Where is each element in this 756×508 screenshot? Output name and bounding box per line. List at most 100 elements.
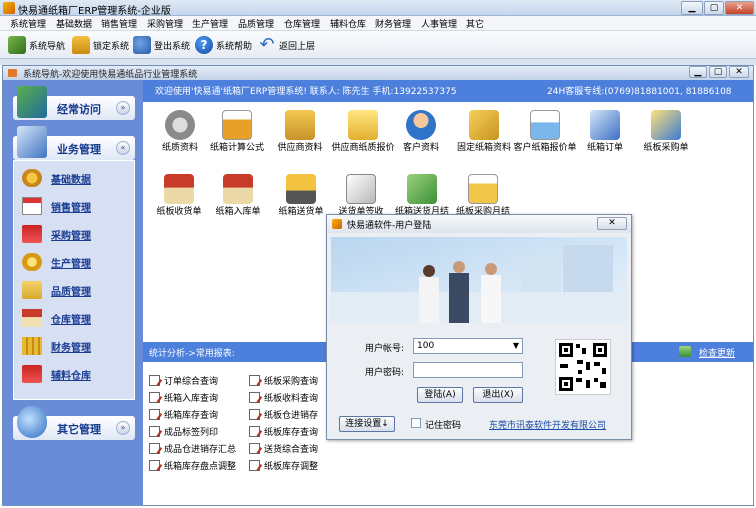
module-purchase-monthly[interactable]: 纸板采购月结	[447, 174, 519, 217]
username-value: 100	[417, 341, 435, 351]
close-button[interactable]: ✕	[725, 1, 754, 15]
edit-icon	[249, 392, 260, 403]
module-box-stock-in[interactable]: 纸箱入库单	[202, 174, 274, 217]
login-dialog: 快易通软件-用户登陆 ✕ 用户帐号: 100 ▼ 用户密码: 登陆(A) 退出(…	[326, 214, 632, 440]
module-customer-data[interactable]: 客户资料	[385, 110, 457, 153]
remember-password-checkbox[interactable]	[411, 418, 421, 428]
child-minimize-button[interactable]: ▁	[689, 66, 707, 78]
chevron-down-icon[interactable]: »	[116, 421, 130, 435]
book-icon	[8, 36, 26, 54]
report-link[interactable]: 纸板采购查询	[249, 374, 318, 387]
group-frequent[interactable]: 经常访问 »	[13, 86, 135, 120]
back-button[interactable]: ↶ 返回上层	[258, 33, 315, 57]
report-link[interactable]: 纸箱库存查询	[149, 408, 218, 421]
menu-base-data[interactable]: 基础数据	[56, 17, 92, 30]
report-link[interactable]: 成品仓进销存汇总	[149, 442, 236, 455]
report-link[interactable]: 纸板库存查询	[249, 425, 318, 438]
edit-icon	[149, 426, 160, 437]
quote-doc-icon	[530, 110, 560, 140]
menu-hr[interactable]: 人事管理	[421, 17, 457, 30]
report-label: 送货综合查询	[264, 445, 319, 455]
child-maximize-button[interactable]: ▢	[709, 66, 727, 78]
check-update-link[interactable]: 检查更新	[699, 346, 735, 359]
menu-production[interactable]: 生产管理	[192, 17, 228, 30]
menu-other[interactable]: 其它	[466, 17, 484, 30]
login-button[interactable]: 登陆(A)	[417, 387, 463, 403]
sidebar-item-base-data[interactable]: 基础数据	[22, 167, 91, 189]
logout-button[interactable]: 登出系统	[133, 33, 190, 57]
child-close-button[interactable]: ✕	[729, 66, 749, 78]
dropdown-arrow-icon[interactable]: ▼	[513, 339, 519, 353]
chevron-up-icon[interactable]: «	[116, 141, 130, 155]
sidebar-item-sales[interactable]: 销售管理	[22, 195, 91, 217]
coins-icon	[22, 337, 42, 355]
exit-button[interactable]: 退出(X)	[473, 387, 523, 403]
sidebar-item-purchase[interactable]: 采购管理	[22, 223, 91, 245]
menu-finance[interactable]: 财务管理	[375, 17, 411, 30]
users-icon	[133, 36, 151, 54]
menu-system[interactable]: 系统管理	[10, 17, 46, 30]
sidebar-item-production[interactable]: 生产管理	[22, 251, 91, 273]
login-close-button[interactable]: ✕	[597, 217, 627, 230]
help-button[interactable]: ? 系统帮助	[195, 33, 252, 57]
back-button-label: 返回上层	[279, 41, 316, 52]
report-link[interactable]: 成品标签列印	[149, 425, 218, 438]
welcome-header: 欢迎使用'快易通'纸箱厂ERP管理系统! 联系人: 陈先生 手机:1392253…	[143, 80, 753, 102]
module-label: 纸箱入库单	[215, 207, 261, 217]
report-label: 纸箱入库查询	[164, 394, 219, 404]
money-icon	[407, 174, 437, 204]
frequent-access-icon	[17, 86, 47, 118]
username-select[interactable]: 100 ▼	[413, 338, 523, 354]
nav-button[interactable]: 系统导航	[8, 33, 65, 57]
sidebar-item-quality[interactable]: 品质管理	[22, 279, 91, 301]
minimize-button[interactable]: ▁	[681, 1, 703, 15]
module-board-purchase[interactable]: 纸板采购单	[630, 110, 702, 153]
edit-icon	[249, 426, 260, 437]
report-link[interactable]: 纸箱库存盘点调整	[149, 459, 236, 472]
sign-icon	[346, 174, 376, 204]
menu-sales[interactable]: 销售管理	[101, 17, 137, 30]
group-business-label: 业务管理	[57, 143, 101, 156]
app-icon	[332, 219, 342, 229]
report-link[interactable]: 纸板仓进销存	[249, 408, 318, 421]
menu-aux-warehouse[interactable]: 辅料仓库	[330, 17, 366, 30]
login-title: 快易通软件-用户登陆	[347, 221, 432, 231]
chevron-down-icon[interactable]: »	[116, 101, 130, 115]
sidebar-item-aux-warehouse[interactable]: 辅料仓库	[22, 363, 91, 385]
module-label: 纸箱送货单	[278, 207, 324, 217]
company-link[interactable]: 东莞市讯泰软件开发有限公司	[489, 418, 606, 431]
edit-icon	[149, 375, 160, 386]
sidebar-item-warehouse[interactable]: 仓库管理	[22, 307, 91, 329]
stats-title: 统计分析->常用报表:	[149, 349, 235, 359]
business-icon	[17, 126, 47, 158]
module-label: 纸质资料	[161, 143, 198, 153]
report-link[interactable]: 送货综合查询	[249, 442, 318, 455]
module-label: 纸箱计算公式	[209, 143, 264, 153]
business-panel: 基础数据 销售管理 采购管理 生产管理 品质管理 仓库管理 财务管理 辅料仓库	[13, 160, 135, 400]
password-field[interactable]	[413, 362, 523, 378]
people-icon	[406, 110, 436, 140]
box-icon	[469, 110, 499, 140]
group-other[interactable]: 其它管理 »	[13, 406, 135, 440]
folder-user-icon	[285, 110, 315, 140]
lock-button[interactable]: 锁定系统	[72, 33, 129, 57]
menu-warehouse[interactable]: 仓库管理	[284, 17, 320, 30]
house-receive-icon	[164, 174, 194, 204]
group-business[interactable]: 业务管理 «	[13, 126, 135, 160]
remember-password-label: 记住密码	[425, 421, 462, 431]
toolbar: 系统导航 锁定系统 登出系统 ? 系统帮助 ↶ 返回上层	[0, 31, 756, 59]
edit-icon	[249, 375, 260, 386]
report-link[interactable]: 订单综合查询	[149, 374, 218, 387]
report-link[interactable]: 纸箱入库查询	[149, 391, 218, 404]
truck-icon	[286, 174, 316, 204]
report-link[interactable]: 纸板收料查询	[249, 391, 318, 404]
report-link[interactable]: 纸板库存调整	[249, 459, 318, 472]
menu-purchase[interactable]: 采购管理	[147, 17, 183, 30]
connection-settings-button[interactable]: 连接设置↓	[339, 416, 395, 432]
module-box-formula[interactable]: 纸箱计算公式	[201, 110, 273, 153]
sidebar-item-finance[interactable]: 财务管理	[22, 335, 91, 357]
back-arrow-icon: ↶	[259, 34, 275, 55]
maximize-button[interactable]: ▢	[704, 1, 724, 15]
module-supplier-data[interactable]: 供应商资料	[264, 110, 336, 153]
menu-quality[interactable]: 品质管理	[238, 17, 274, 30]
